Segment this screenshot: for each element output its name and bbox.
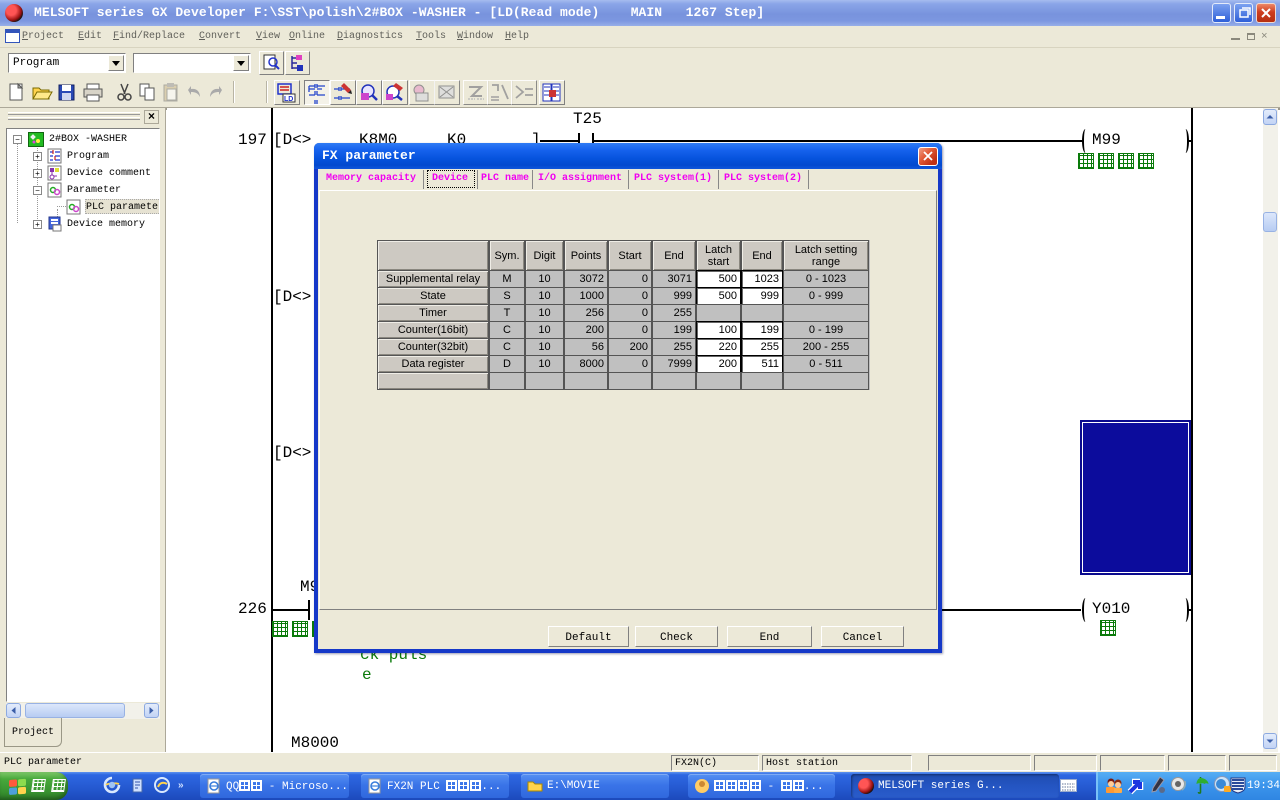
svg-text:LD: LD: [284, 96, 293, 103]
